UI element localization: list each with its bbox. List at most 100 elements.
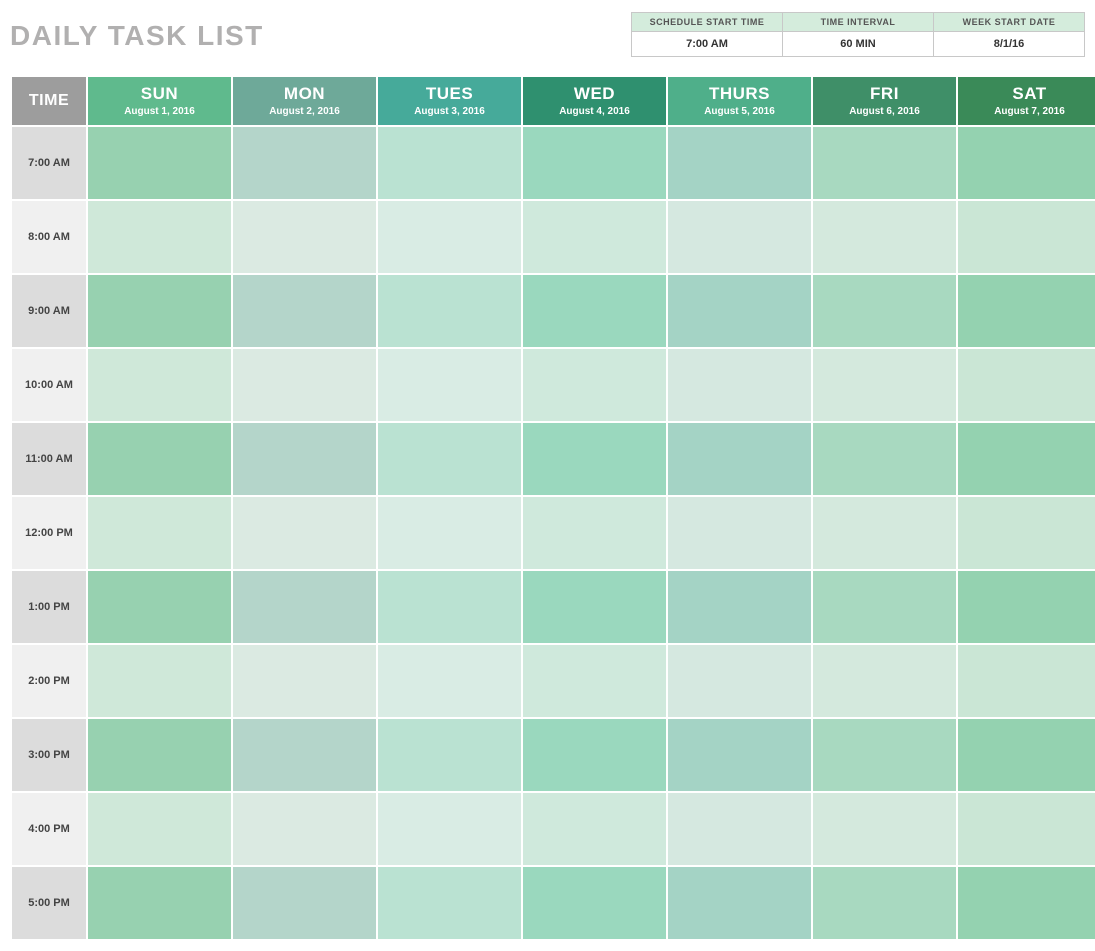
schedule-row: 9:00 AM bbox=[11, 274, 1095, 348]
day-date: August 6, 2016 bbox=[813, 106, 956, 117]
slot-cell[interactable] bbox=[667, 422, 812, 496]
slot-cell[interactable] bbox=[377, 644, 522, 718]
slot-cell[interactable] bbox=[812, 570, 957, 644]
day-name: SUN bbox=[88, 85, 231, 102]
slot-cell[interactable] bbox=[87, 274, 232, 348]
slot-cell[interactable] bbox=[957, 866, 1095, 940]
slot-cell[interactable] bbox=[812, 644, 957, 718]
slot-cell[interactable] bbox=[522, 718, 667, 792]
slot-cell[interactable] bbox=[812, 126, 957, 200]
slot-cell[interactable] bbox=[377, 792, 522, 866]
day-date: August 1, 2016 bbox=[88, 106, 231, 117]
slot-cell[interactable] bbox=[87, 348, 232, 422]
slot-cell[interactable] bbox=[377, 570, 522, 644]
slot-cell[interactable] bbox=[812, 792, 957, 866]
slot-cell[interactable] bbox=[87, 866, 232, 940]
slot-cell[interactable] bbox=[957, 126, 1095, 200]
time-label: 1:00 PM bbox=[11, 570, 87, 644]
slot-cell[interactable] bbox=[522, 866, 667, 940]
slot-cell[interactable] bbox=[667, 866, 812, 940]
slot-cell[interactable] bbox=[87, 422, 232, 496]
slot-cell[interactable] bbox=[957, 274, 1095, 348]
slot-cell[interactable] bbox=[377, 274, 522, 348]
slot-cell[interactable] bbox=[812, 348, 957, 422]
slot-cell[interactable] bbox=[377, 496, 522, 570]
slot-cell[interactable] bbox=[232, 718, 377, 792]
slot-cell[interactable] bbox=[812, 274, 957, 348]
slot-cell[interactable] bbox=[667, 718, 812, 792]
slot-cell[interactable] bbox=[377, 200, 522, 274]
slot-cell[interactable] bbox=[232, 866, 377, 940]
slot-cell[interactable] bbox=[957, 422, 1095, 496]
slot-cell[interactable] bbox=[87, 792, 232, 866]
slot-cell[interactable] bbox=[667, 200, 812, 274]
day-name: THURS bbox=[668, 85, 811, 102]
slot-cell[interactable] bbox=[377, 348, 522, 422]
slot-cell[interactable] bbox=[957, 792, 1095, 866]
meta-week-start-label: WEEK START DATE bbox=[934, 13, 1084, 32]
column-header-thurs: THURS August 5, 2016 bbox=[667, 76, 812, 126]
slot-cell[interactable] bbox=[522, 644, 667, 718]
time-label: 7:00 AM bbox=[11, 126, 87, 200]
slot-cell[interactable] bbox=[957, 348, 1095, 422]
slot-cell[interactable] bbox=[377, 866, 522, 940]
slot-cell[interactable] bbox=[87, 200, 232, 274]
slot-cell[interactable] bbox=[232, 274, 377, 348]
slot-cell[interactable] bbox=[667, 792, 812, 866]
column-header-wed: WED August 4, 2016 bbox=[522, 76, 667, 126]
slot-cell[interactable] bbox=[232, 348, 377, 422]
slot-cell[interactable] bbox=[87, 126, 232, 200]
slot-cell[interactable] bbox=[957, 718, 1095, 792]
slot-cell[interactable] bbox=[522, 126, 667, 200]
meta-interval-value[interactable]: 60 MIN bbox=[783, 32, 933, 56]
slot-cell[interactable] bbox=[377, 126, 522, 200]
slot-cell[interactable] bbox=[522, 422, 667, 496]
meta-start-time-value[interactable]: 7:00 AM bbox=[632, 32, 782, 56]
slot-cell[interactable] bbox=[522, 274, 667, 348]
slot-cell[interactable] bbox=[522, 200, 667, 274]
slot-cell[interactable] bbox=[667, 644, 812, 718]
slot-cell[interactable] bbox=[87, 496, 232, 570]
slot-cell[interactable] bbox=[232, 126, 377, 200]
day-date: August 4, 2016 bbox=[523, 106, 666, 117]
slot-cell[interactable] bbox=[667, 348, 812, 422]
slot-cell[interactable] bbox=[232, 644, 377, 718]
column-header-sat: SAT August 7, 2016 bbox=[957, 76, 1095, 126]
schedule-row: 8:00 AM bbox=[11, 200, 1095, 274]
slot-cell[interactable] bbox=[957, 644, 1095, 718]
slot-cell[interactable] bbox=[87, 644, 232, 718]
slot-cell[interactable] bbox=[87, 570, 232, 644]
slot-cell[interactable] bbox=[522, 792, 667, 866]
time-label: 5:00 PM bbox=[11, 866, 87, 940]
slot-cell[interactable] bbox=[232, 200, 377, 274]
slot-cell[interactable] bbox=[377, 718, 522, 792]
slot-cell[interactable] bbox=[232, 792, 377, 866]
slot-cell[interactable] bbox=[87, 718, 232, 792]
slot-cell[interactable] bbox=[957, 570, 1095, 644]
meta-week-start-value[interactable]: 8/1/16 bbox=[934, 32, 1084, 56]
slot-cell[interactable] bbox=[667, 496, 812, 570]
column-header-time: TIME bbox=[11, 76, 87, 126]
slot-cell[interactable] bbox=[667, 570, 812, 644]
slot-cell[interactable] bbox=[812, 200, 957, 274]
slot-cell[interactable] bbox=[232, 422, 377, 496]
meta-start-time: SCHEDULE START TIME 7:00 AM bbox=[631, 12, 783, 57]
slot-cell[interactable] bbox=[812, 866, 957, 940]
time-label: 4:00 PM bbox=[11, 792, 87, 866]
slot-cell[interactable] bbox=[232, 496, 377, 570]
slot-cell[interactable] bbox=[232, 570, 377, 644]
time-label: 9:00 AM bbox=[11, 274, 87, 348]
slot-cell[interactable] bbox=[522, 496, 667, 570]
slot-cell[interactable] bbox=[667, 274, 812, 348]
slot-cell[interactable] bbox=[377, 422, 522, 496]
slot-cell[interactable] bbox=[667, 126, 812, 200]
slot-cell[interactable] bbox=[522, 348, 667, 422]
slot-cell[interactable] bbox=[812, 718, 957, 792]
slot-cell[interactable] bbox=[522, 570, 667, 644]
day-name: TUES bbox=[378, 85, 521, 102]
schedule-row: 11:00 AM bbox=[11, 422, 1095, 496]
slot-cell[interactable] bbox=[812, 496, 957, 570]
slot-cell[interactable] bbox=[957, 496, 1095, 570]
slot-cell[interactable] bbox=[812, 422, 957, 496]
slot-cell[interactable] bbox=[957, 200, 1095, 274]
